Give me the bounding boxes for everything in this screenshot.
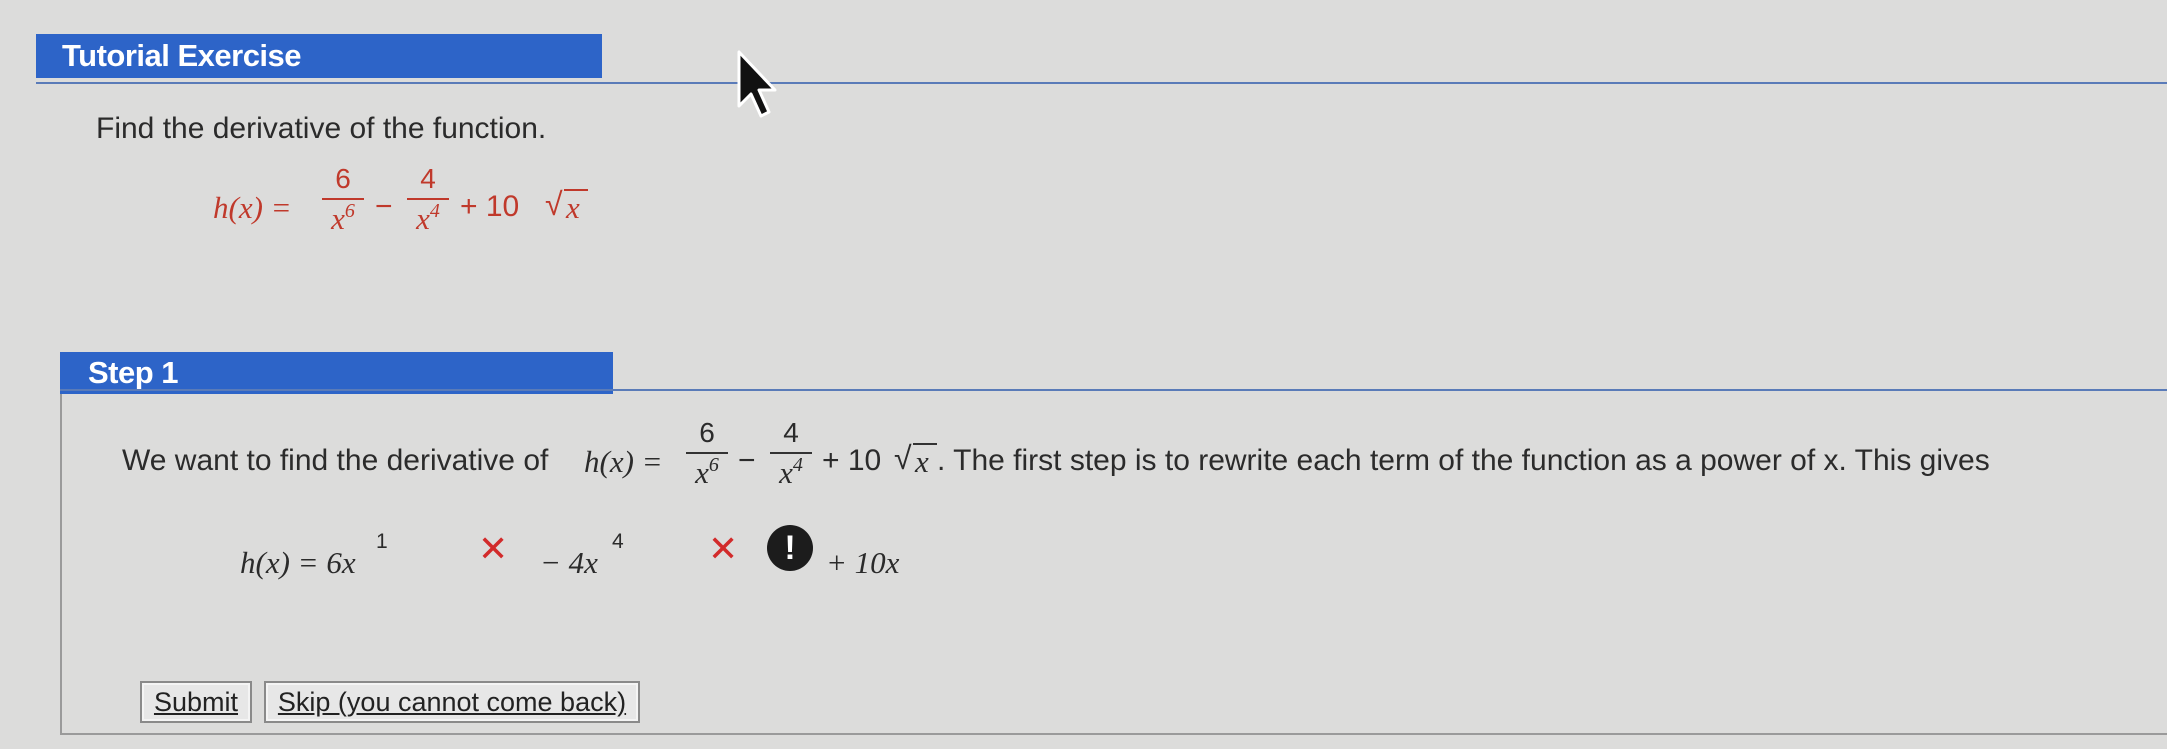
fraction-denominator: x6 [695,454,719,490]
plus-ten: + 10 [460,190,520,223]
header-rule [36,82,2167,84]
fraction-denominator: x6 [331,200,355,236]
sqrt-icon: √ [545,186,563,222]
fraction-numerator: 6 [335,163,351,194]
cursor-icon [737,50,777,118]
step1-minus: − [738,444,756,477]
exponent-answer-1[interactable]: 1 [376,530,388,554]
step1-plus-ten: + 10 [822,444,882,477]
exponent-answer-2[interactable]: 4 [612,530,624,554]
fraction-term-1: 6 x6 [322,164,364,238]
answer-term-3: + 10x [826,545,900,580]
warning-icon[interactable]: ! [767,525,813,571]
prompt-text: Find the derivative of the function. [96,112,547,145]
incorrect-icon: ✕ [708,528,739,569]
step-panel-border [60,394,62,734]
fraction-bar [322,198,364,200]
tutorial-header: Tutorial Exercise [36,34,602,78]
minus-sign: − [375,190,393,223]
fraction-numerator: 6 [699,417,715,448]
step1-fraction-2: 4 x4 [770,418,812,492]
fraction-denominator: x4 [779,454,803,490]
submit-button[interactable]: Submit [140,681,252,723]
step-panel-border-bottom [60,733,2167,735]
step1-h-eq: h(x) = [584,444,663,479]
fraction-numerator: 4 [420,163,436,194]
fraction-term-2: 4 x4 [407,164,449,238]
fraction-denominator: x4 [416,200,440,236]
answer-term-2: − 4x [540,545,598,580]
step1-sqrt-variable: x [915,444,929,479]
function-lhs: h(x) = [213,190,292,225]
sqrt-variable: x [566,190,580,225]
incorrect-icon: ✕ [478,528,509,569]
fraction-numerator: 4 [783,417,799,448]
skip-button[interactable]: Skip (you cannot come back) [264,681,640,723]
sqrt-icon: √ [894,440,912,476]
step1-fraction-1: 6 x6 [686,418,728,492]
step1-text-before: We want to find the derivative of [122,444,549,477]
step1-rule [60,389,2167,391]
answer-lhs: h(x) = 6x [240,545,356,580]
step1-text-after: . The first step is to rewrite each term… [937,444,1990,477]
step1-header: Step 1 [60,352,613,394]
fraction-bar [770,452,812,454]
fraction-bar [686,452,728,454]
fraction-bar [407,198,449,200]
